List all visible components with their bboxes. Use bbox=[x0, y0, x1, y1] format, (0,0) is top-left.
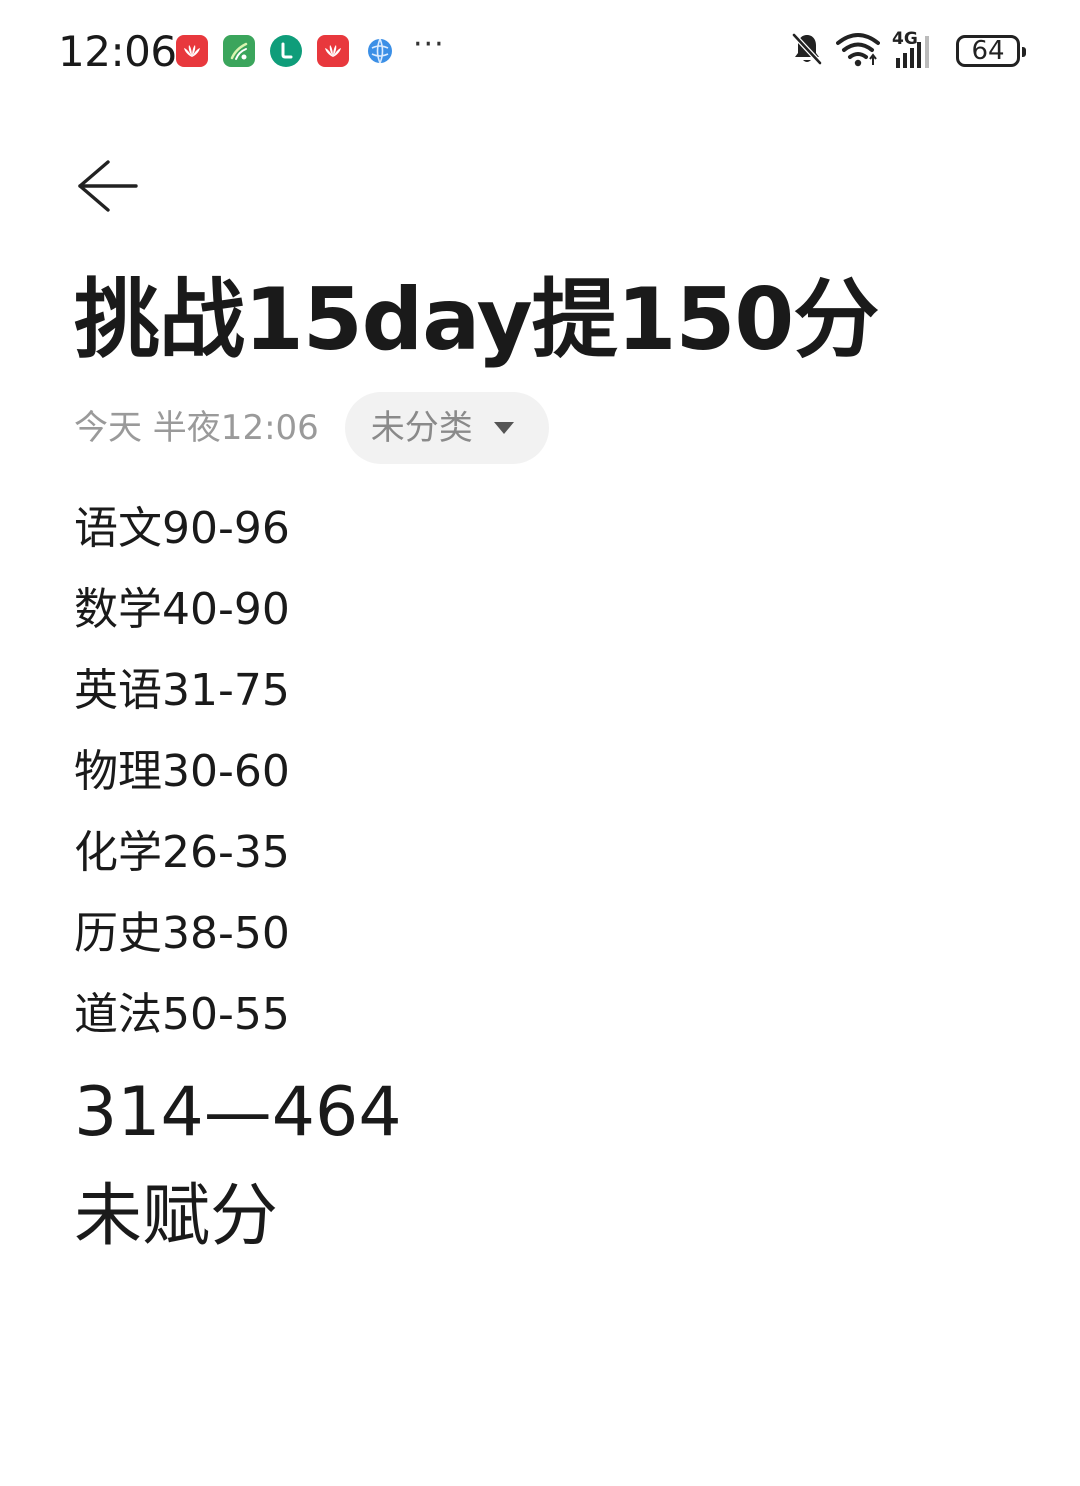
note-line-history: 历史38-50 bbox=[74, 908, 290, 959]
back-button[interactable] bbox=[72, 152, 144, 224]
notification-icons: ··· bbox=[176, 30, 445, 68]
note-meta: 今天 半夜12:06 未分类 bbox=[74, 392, 549, 464]
note-total: 314—464 bbox=[74, 1073, 402, 1152]
wifi-icon bbox=[836, 31, 880, 71]
huawei-app-icon bbox=[176, 35, 208, 67]
note-line-politics: 道法50-55 bbox=[74, 989, 290, 1040]
globe-icon bbox=[364, 35, 396, 67]
note-line-chemistry: 化学26-35 bbox=[74, 827, 290, 878]
arrow-left-icon bbox=[78, 160, 138, 212]
category-label: 未分类 bbox=[370, 408, 473, 448]
system-icons: 4G 64 bbox=[790, 30, 1026, 72]
ai-app-icon bbox=[223, 35, 255, 67]
teal-app-icon bbox=[270, 35, 302, 67]
huawei-app-icon bbox=[317, 35, 349, 67]
more-notifications-icon: ··· bbox=[413, 27, 445, 62]
note-line-physics: 物理30-60 bbox=[74, 746, 290, 797]
cellular-signal-icon: 4G bbox=[892, 30, 940, 70]
status-bar: 12:06 ··· 4G 64 bbox=[0, 0, 1080, 100]
caret-down-icon bbox=[493, 422, 514, 434]
bell-off-icon bbox=[790, 31, 824, 71]
note-body[interactable]: 语文90-96 数学40-90 英语31-75 物理30-60 化学26-35 … bbox=[74, 488, 1014, 1269]
note-line-math: 数学40-90 bbox=[74, 584, 290, 635]
note-extra: 未赋分 bbox=[74, 1177, 279, 1256]
battery-icon: 64 bbox=[956, 35, 1026, 67]
category-selector[interactable]: 未分类 bbox=[344, 392, 549, 464]
note-line-chinese: 语文90-96 bbox=[74, 503, 290, 554]
status-time: 12:06 bbox=[58, 27, 177, 76]
battery-level: 64 bbox=[971, 36, 1005, 66]
note-line-english: 英语31-75 bbox=[74, 665, 290, 716]
note-title[interactable]: 挑战15day提150分 bbox=[74, 268, 879, 372]
note-date: 今天 半夜12:06 bbox=[74, 408, 319, 448]
